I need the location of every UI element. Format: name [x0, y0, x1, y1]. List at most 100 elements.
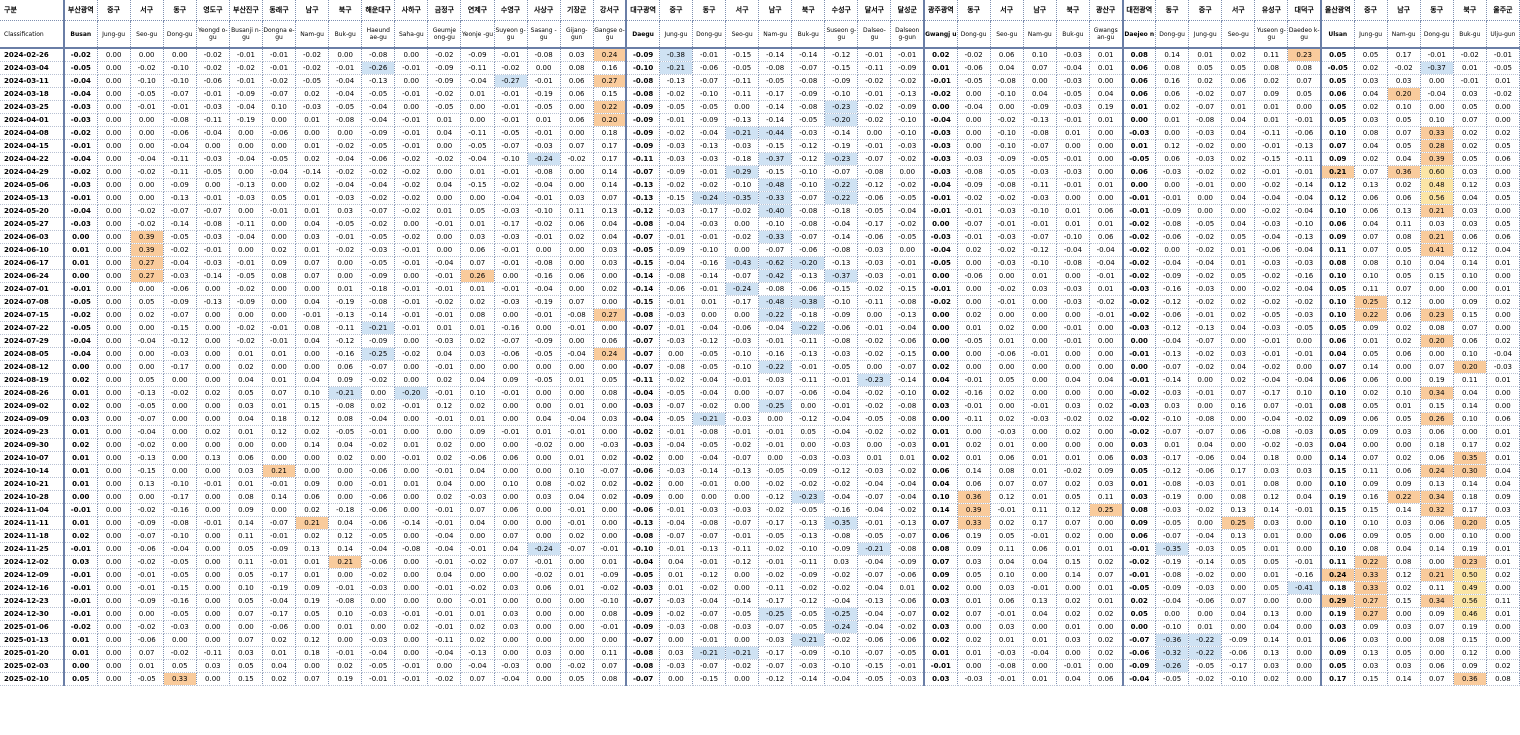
table-cell: 0.14: [593, 165, 627, 179]
table-cell: -0.02: [758, 542, 793, 556]
table-cell: -0.23: [791, 490, 826, 504]
table-cell: 0.01: [1221, 477, 1256, 491]
table-cell: 0.05: [1287, 87, 1322, 101]
table-cell: 0.04: [295, 334, 330, 348]
table-cell: 0.05: [1221, 61, 1256, 75]
table-cell: -0.10: [824, 659, 859, 673]
table-cell: -0.02: [1188, 672, 1223, 686]
table-cell: -0.05: [857, 204, 892, 218]
row-date: 2024-05-06: [0, 178, 65, 192]
column-header-en: Seo-gu: [130, 20, 164, 49]
table-cell: -0.04: [229, 152, 263, 166]
table-cell: -0.07: [1023, 230, 1057, 244]
table-cell: 0.00: [692, 308, 727, 322]
column-header-ko: 대구광역: [625, 0, 660, 21]
table-cell: -0.12: [1023, 243, 1057, 257]
table-cell: -0.01: [1287, 165, 1322, 179]
table-cell: 0.00: [1056, 347, 1090, 361]
table-cell: 0.04: [494, 542, 528, 556]
table-cell: 0.00: [990, 308, 1024, 322]
table-cell: -0.02: [361, 568, 396, 582]
table-cell: -0.05: [229, 269, 263, 283]
table-cell: -0.01: [1121, 347, 1157, 361]
table-cell: 0.41: [1420, 243, 1454, 257]
table-cell: -0.02: [560, 477, 594, 491]
table-cell: 0.00: [1023, 373, 1057, 387]
table-cell: 0.27: [130, 269, 164, 283]
table-cell: 0.02: [957, 438, 991, 452]
table-cell: -0.04: [692, 321, 727, 335]
table-cell: 0.09: [1319, 230, 1355, 244]
table-cell: 0.00: [957, 659, 991, 673]
table-cell: -0.09: [824, 74, 859, 88]
table-cell: 0.02: [295, 152, 330, 166]
table-cell: 0.00: [130, 360, 164, 374]
table-cell: 0.00: [196, 568, 230, 582]
table-cell: 0.10: [494, 477, 528, 491]
table-cell: -0.02: [130, 165, 164, 179]
table-cell: 0.01: [1089, 113, 1124, 127]
table-cell: 0.13: [196, 451, 230, 465]
table-cell: 0.00: [1023, 74, 1057, 88]
table-cell: 0.00: [460, 529, 495, 543]
table-cell: 0.00: [394, 594, 429, 608]
table-cell: 0.08: [527, 477, 561, 491]
table-cell: -0.01: [692, 555, 727, 569]
table-cell: 0.02: [1354, 386, 1388, 400]
table-cell: -0.14: [758, 48, 793, 62]
table-cell: 0.03: [824, 555, 859, 569]
table-cell: 0.08: [1387, 230, 1421, 244]
table-cell: 0.00: [527, 451, 561, 465]
table-cell: -0.19: [1155, 490, 1190, 504]
table-cell: 0.04: [1221, 360, 1256, 374]
table-cell: 0.10: [262, 100, 297, 114]
table-cell: 0.03: [923, 672, 958, 686]
table-cell: 0.00: [1420, 555, 1454, 569]
table-cell: 0.03: [494, 581, 528, 595]
table-cell: 0.00: [196, 594, 230, 608]
table-cell: -0.04: [361, 178, 396, 192]
table-cell: -0.17: [262, 607, 297, 621]
table-cell: 0.01: [990, 334, 1024, 348]
table-cell: -0.04: [659, 438, 693, 452]
table-cell: -0.02: [1254, 269, 1289, 283]
table-cell: 0.01: [923, 61, 958, 75]
table-cell: -0.02: [394, 347, 429, 361]
table-row: 2024-09-02 0.02 0.00 -0.05 0.00 0.00 0.03 0.01 0…: [0, 399, 1520, 413]
table-cell: 0.03: [1254, 516, 1289, 530]
row-date: 2024-07-01: [0, 282, 65, 296]
table-cell: 0.00: [527, 503, 561, 517]
table-cell: -0.10: [593, 594, 627, 608]
table-cell: -0.08: [1254, 425, 1289, 439]
table-cell: 0.00: [1420, 347, 1454, 361]
table-cell: 0.29: [1319, 594, 1355, 608]
table-cell: -0.02: [923, 87, 958, 101]
table-cell: 0.09: [1254, 87, 1289, 101]
table-cell: -0.13: [625, 516, 660, 530]
table-cell: 0.00: [427, 425, 462, 439]
table-cell: -0.07: [725, 451, 760, 465]
table-cell: 0.05: [990, 373, 1024, 387]
table-cell: 0.04: [990, 61, 1024, 75]
table-row: 2024-10-07 0.01 0.00 -0.13 0.00 0.13 0.06 0.00 0…: [0, 451, 1520, 465]
table-cell: -0.01: [1023, 399, 1057, 413]
table-cell: -0.14: [1188, 555, 1223, 569]
table-cell: -0.14: [758, 100, 793, 114]
table-cell: 0.00: [163, 633, 197, 647]
table-cell: 0.22: [1354, 308, 1388, 322]
table-cell: -0.01: [890, 48, 925, 62]
table-cell: 0.20: [593, 113, 627, 127]
table-cell: -0.09: [130, 594, 164, 608]
table-cell: 0.00: [196, 399, 230, 413]
table-cell: 0.25: [1089, 503, 1124, 517]
table-cell: 0.00: [196, 282, 230, 296]
table-cell: 0.06: [1453, 230, 1487, 244]
table-cell: 0.01: [990, 438, 1024, 452]
table-cell: 0.20: [1453, 516, 1487, 530]
table-cell: -0.07: [494, 334, 528, 348]
column-header-ko: 중구: [1354, 0, 1388, 21]
table-cell: 0.03: [196, 659, 230, 673]
table-cell: -0.04: [1155, 334, 1190, 348]
table-cell: -0.01: [62, 581, 98, 595]
table-cell: -0.03: [1188, 581, 1223, 595]
